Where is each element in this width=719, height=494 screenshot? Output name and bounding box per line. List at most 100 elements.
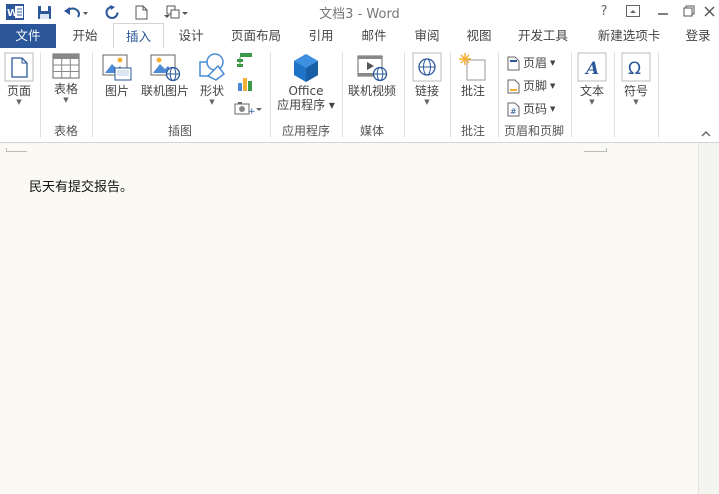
smartart-button[interactable]: [234, 52, 256, 71]
chevron-down-icon: ▼: [550, 82, 556, 90]
tab-insert[interactable]: 插入: [113, 23, 164, 49]
chart-button[interactable]: [234, 76, 256, 95]
screenshot-button[interactable]: +: [232, 100, 264, 119]
comment-icon: [459, 53, 486, 81]
vertical-scrollbar[interactable]: [698, 143, 719, 494]
ribbon-tabs: 文件 开始 插入 设计 页面布局 引用 邮件 审阅 视图 开发工具 新建选项卡 …: [0, 23, 719, 49]
tab-references[interactable]: 引用: [297, 24, 345, 48]
chevron-down-icon: ▼: [63, 96, 69, 104]
title-bar: W 文档3 - Word ?: [0, 0, 719, 24]
table-button[interactable]: 表格 ▼: [47, 52, 85, 104]
group-label-header-footer: 页眉和页脚: [503, 124, 564, 138]
page-number-icon: #: [507, 102, 520, 116]
group-label-apps: 应用程序: [281, 124, 330, 138]
table-icon: [52, 53, 80, 79]
tab-file[interactable]: 文件: [0, 24, 56, 48]
chevron-down-icon: ▼: [424, 98, 430, 106]
group-label-tables: 表格: [53, 124, 78, 138]
text-label: 文本: [579, 84, 604, 98]
header-button[interactable]: 页眉 ▼: [507, 53, 555, 73]
symbols-button[interactable]: Ω 符号 ▼: [619, 52, 653, 106]
help-icon[interactable]: ?: [591, 1, 617, 21]
picture-label: 图片: [104, 84, 129, 98]
chevron-down-icon: ▼: [633, 98, 639, 106]
document-body-text[interactable]: 民天有提交报告。: [29, 176, 133, 195]
shapes-icon: [199, 53, 226, 81]
tab-view[interactable]: 视图: [455, 24, 503, 48]
document-canvas[interactable]: [0, 143, 719, 494]
page-number-button[interactable]: # 页码 ▼: [507, 99, 555, 119]
tab-design[interactable]: 设计: [166, 24, 216, 48]
group-divider: [658, 52, 659, 138]
group-divider: [40, 52, 41, 138]
sign-in-link[interactable]: 登录: [678, 24, 718, 48]
table-label: 表格: [53, 82, 78, 96]
ribbon-insert: 页面 ▼ 表格 ▼ 表格 图片 联机图片 形状 ▼ + 插图 Office 应用…: [0, 48, 719, 143]
tab-new-tab[interactable]: 新建选项卡: [588, 24, 670, 48]
close-icon[interactable]: [700, 1, 719, 21]
text-button[interactable]: A 文本 ▼: [575, 52, 609, 106]
comment-label: 批注: [460, 84, 485, 98]
online-video-label: 联机视频: [347, 84, 396, 98]
symbols-label: 符号: [623, 84, 648, 98]
screenshot-icon: +: [234, 102, 262, 117]
header-icon: [507, 56, 520, 70]
group-divider: [614, 52, 615, 138]
tab-review[interactable]: 审阅: [403, 24, 451, 48]
chevron-down-icon: ▼: [16, 98, 22, 106]
office-store-icon: [294, 54, 318, 82]
smartart-icon: [237, 53, 252, 67]
footer-icon: [507, 79, 520, 93]
chevron-down-icon: ▼: [550, 59, 556, 67]
footer-label: 页脚: [523, 79, 548, 93]
ribbon-display-options-icon[interactable]: [620, 1, 646, 21]
shapes-label: 形状: [199, 84, 224, 98]
group-divider: [270, 52, 271, 138]
group-label-media: 媒体: [359, 124, 384, 138]
footer-button[interactable]: 页脚 ▼: [507, 76, 555, 96]
group-label-illustrations: 插图: [167, 124, 192, 138]
page-icon: [4, 52, 34, 82]
office-apps-label-line2: 应用程序 ▾: [277, 98, 335, 112]
chevron-down-icon: ▼: [209, 98, 215, 106]
picture-icon: [102, 54, 132, 81]
svg-text:#: #: [510, 107, 517, 116]
office-apps-button[interactable]: Office 应用程序 ▾: [274, 52, 338, 112]
online-video-icon: [357, 55, 388, 82]
group-label-comments: 批注: [460, 124, 485, 138]
online-video-button[interactable]: 联机视频: [346, 52, 398, 98]
picture-button[interactable]: 图片: [98, 52, 136, 98]
chart-icon: [238, 78, 252, 91]
chevron-down-icon: ▼: [589, 98, 595, 106]
tab-page-layout[interactable]: 页面布局: [222, 24, 290, 48]
link-icon: [412, 52, 442, 82]
online-picture-icon: [150, 54, 181, 82]
svg-text:+: +: [248, 107, 256, 116]
group-divider: [571, 52, 572, 138]
text-box-icon: A: [577, 52, 607, 82]
group-divider: [404, 52, 405, 138]
links-button[interactable]: 链接 ▼: [408, 52, 446, 106]
shapes-button[interactable]: 形状 ▼: [194, 52, 230, 106]
margin-marker-left: [6, 148, 27, 152]
comment-button[interactable]: 批注: [454, 52, 492, 98]
collapse-ribbon-icon[interactable]: [700, 128, 714, 140]
pages-label: 页面: [6, 84, 31, 98]
chevron-down-icon: ▼: [550, 105, 556, 113]
omega-icon: Ω: [621, 52, 651, 82]
online-picture-button[interactable]: 联机图片: [139, 52, 191, 98]
tab-developer[interactable]: 开发工具: [508, 24, 578, 48]
pages-button[interactable]: 页面 ▼: [2, 52, 36, 106]
page-number-label: 页码: [523, 102, 548, 116]
minimize-icon[interactable]: [650, 1, 676, 21]
margin-marker-right: [584, 148, 607, 152]
restore-icon[interactable]: [676, 1, 702, 21]
header-label: 页眉: [523, 56, 548, 70]
tab-mailings[interactable]: 邮件: [350, 24, 398, 48]
svg-text:Ω: Ω: [628, 59, 641, 79]
office-apps-label-line1: Office: [288, 84, 324, 98]
online-picture-label: 联机图片: [140, 84, 189, 98]
links-label: 链接: [414, 84, 439, 98]
svg-text:A: A: [584, 59, 599, 79]
tab-home[interactable]: 开始: [58, 24, 112, 48]
